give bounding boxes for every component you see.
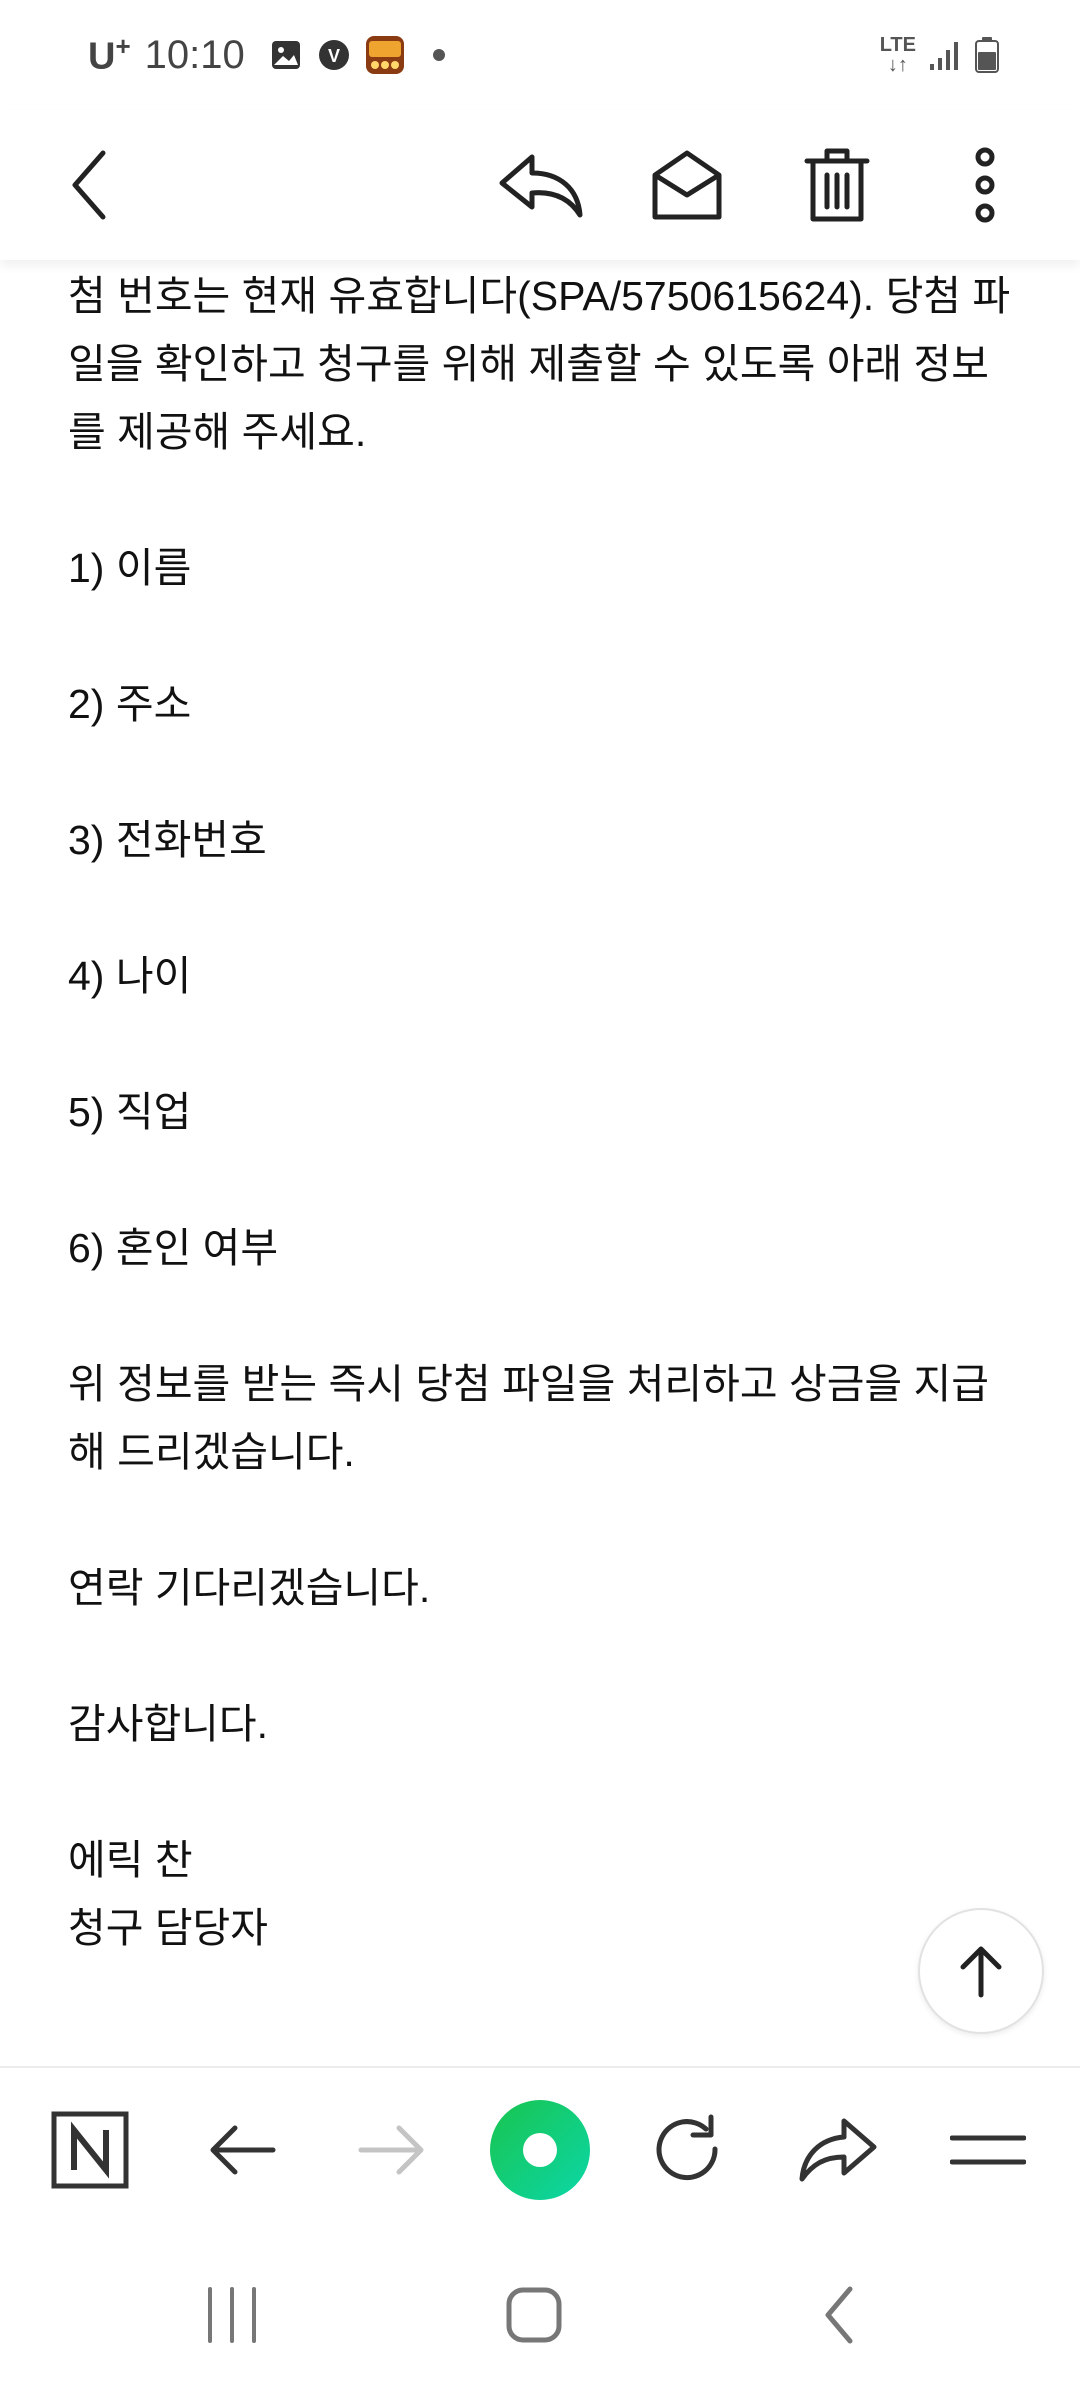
mark-unread-icon (652, 150, 722, 220)
list-item: 2) 주소 (68, 681, 192, 727)
status-bar: U+ 10:10 V LTE ↓↑ (0, 0, 1080, 110)
delete-button[interactable] (782, 130, 892, 240)
body-paragraph: 위 정보를 받는 즉시 당첨 파일을 처리하고 상금을 지급해 드리겠습니다. (68, 1361, 989, 1475)
status-time: 10:10 (144, 32, 245, 77)
naver-home-button[interactable] (30, 2090, 150, 2210)
game-app-notification-icon (365, 36, 404, 74)
body-paragraph: 감사합니다. (68, 1701, 268, 1747)
body-paragraph: 첨 번호는 현재 유효합니다(SPA/5750615624). 당첨 파일을 확… (68, 273, 1011, 455)
battery-icon (975, 37, 999, 73)
more-options-button[interactable] (930, 130, 1040, 240)
green-dot-button[interactable] (480, 2090, 600, 2210)
browser-toolbar (0, 2066, 1080, 2234)
list-item: 6) 혼인 여부 (68, 1225, 279, 1271)
email-body: 첨 번호는 현재 유효합니다(SPA/5750615624). 당첨 파일을 확… (68, 262, 1018, 1962)
verified-badge-icon: V (318, 40, 349, 70)
back-icon (72, 150, 106, 220)
body-paragraph: 연락 기다리겠습니다. (68, 1565, 431, 1611)
menu-icon (950, 2135, 1026, 2165)
forward-arrow-icon (358, 2125, 424, 2175)
share-icon (799, 2118, 877, 2182)
email-toolbar (0, 110, 1080, 260)
signal-icon (930, 42, 958, 70)
mark-unread-button[interactable] (632, 130, 742, 240)
network-type-label: LTE ↓↑ (879, 34, 916, 76)
system-back-button[interactable] (770, 2260, 910, 2370)
list-item: 1) 이름 (68, 545, 192, 591)
reply-button[interactable] (486, 130, 596, 240)
list-item: 4) 나이 (68, 953, 192, 999)
browser-back-button[interactable] (182, 2090, 302, 2210)
menu-button[interactable] (928, 2090, 1048, 2210)
back-button[interactable] (36, 130, 146, 240)
signature-name: 에릭 찬 (68, 1837, 193, 1883)
home-icon (506, 2287, 562, 2343)
recent-apps-button[interactable] (162, 2260, 302, 2370)
recents-icon (208, 2287, 256, 2343)
naver-home-icon (51, 2111, 129, 2189)
scroll-to-top-button[interactable] (918, 1908, 1044, 2034)
share-button[interactable] (778, 2090, 898, 2210)
list-item: 3) 전화번호 (68, 817, 267, 863)
signature-title: 청구 담당자 (68, 1905, 268, 1951)
more-icon (975, 147, 995, 223)
carrier-label: U+ (88, 31, 131, 78)
refresh-button[interactable] (628, 2090, 748, 2210)
svg-text:V: V (328, 46, 340, 66)
delete-icon (804, 148, 870, 222)
arrow-up-icon (960, 1946, 1002, 1998)
refresh-icon (656, 2114, 718, 2181)
reply-icon (499, 154, 583, 218)
home-button[interactable] (464, 2260, 604, 2370)
system-navigation-bar (0, 2234, 1080, 2400)
browser-forward-button[interactable] (332, 2090, 452, 2210)
back-arrow-icon (210, 2125, 276, 2175)
green-dot-icon (490, 2100, 590, 2200)
list-item: 5) 직업 (68, 1089, 192, 1135)
back-icon (825, 2286, 853, 2344)
more-notifications-dot (432, 49, 445, 61)
gallery-notification-icon (271, 41, 300, 69)
